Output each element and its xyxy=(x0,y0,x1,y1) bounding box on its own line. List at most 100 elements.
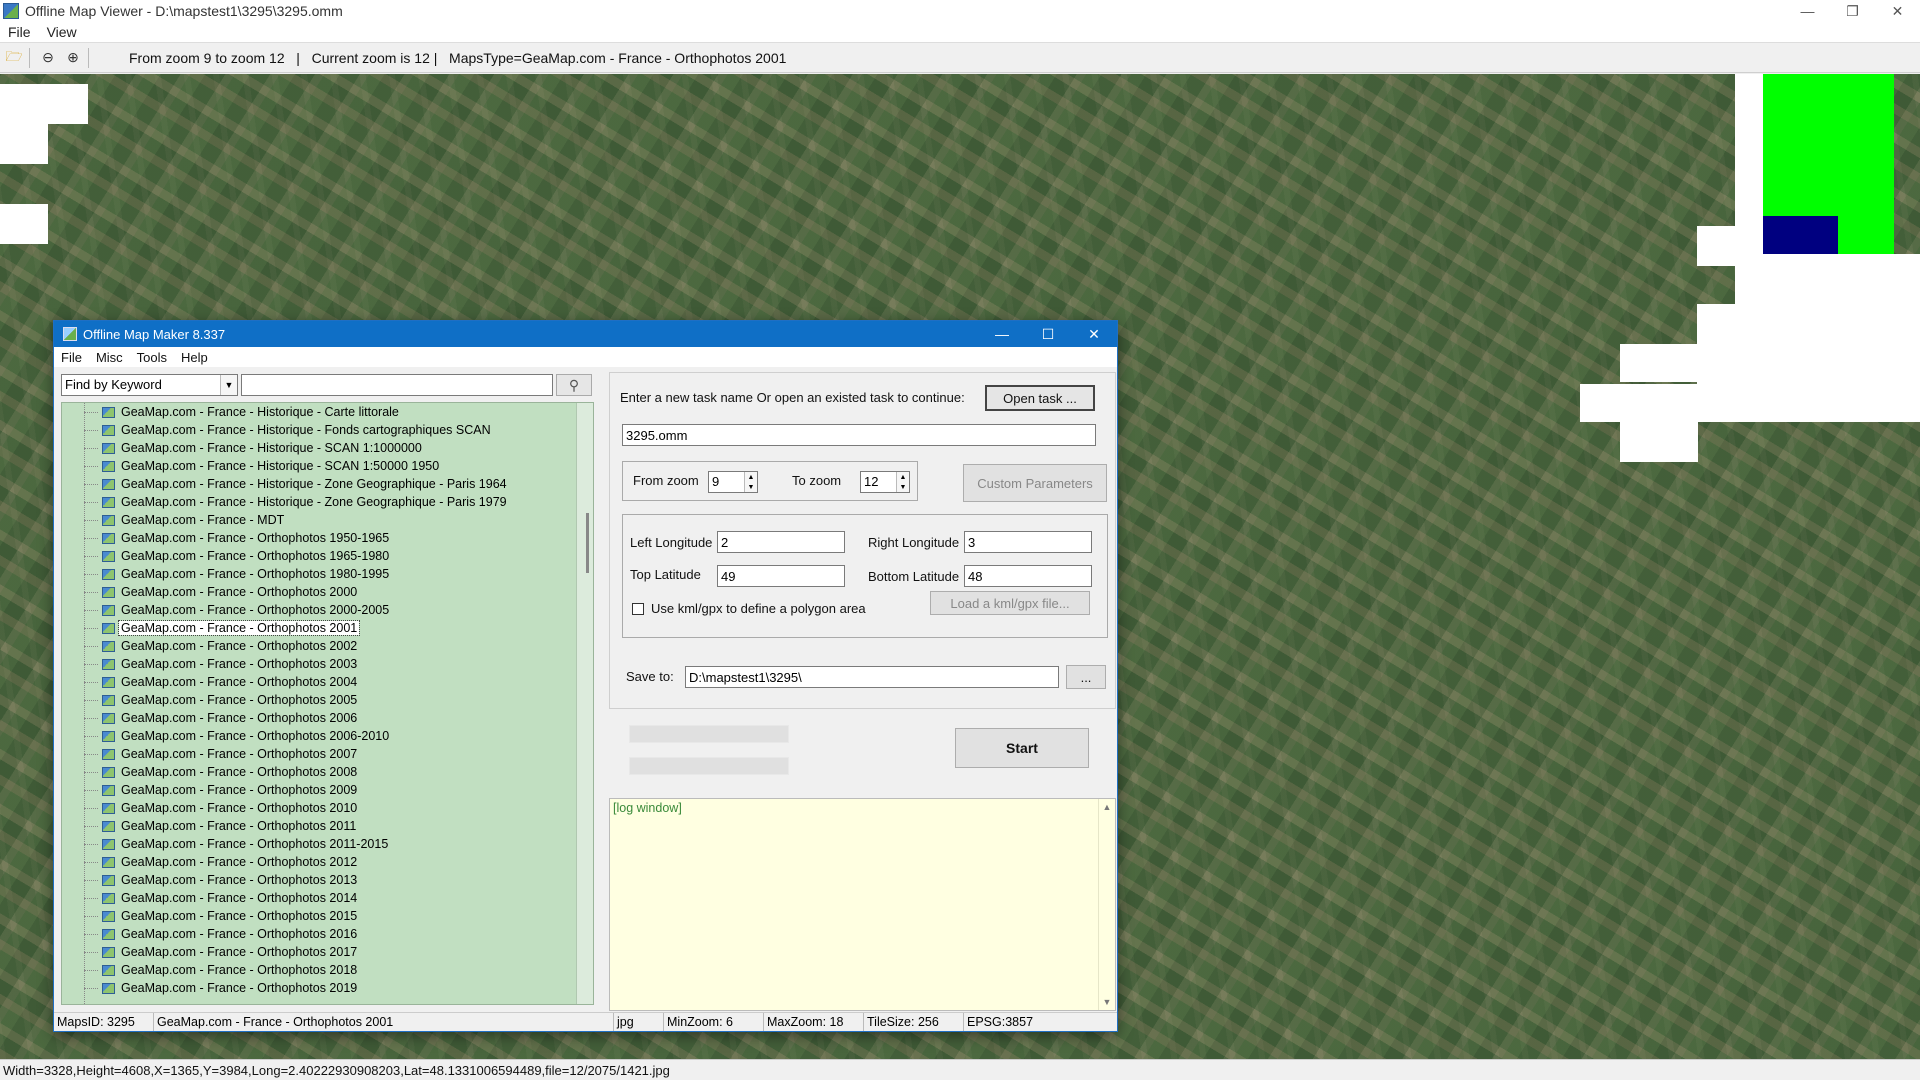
tree-item-label: GeaMap.com - France - Orthophotos 2006-2… xyxy=(121,729,390,743)
browse-button[interactable]: ... xyxy=(1066,665,1106,689)
tree-item[interactable]: GeaMap.com - France - Orthophotos 1965-1… xyxy=(62,547,593,565)
menu-file[interactable]: File xyxy=(0,24,39,40)
tree-item[interactable]: GeaMap.com - France - Orthophotos 2010 xyxy=(62,799,593,817)
log-scrollbar[interactable]: ▲ ▼ xyxy=(1098,799,1115,1010)
tree-connector xyxy=(84,934,98,935)
tree-item[interactable]: GeaMap.com - France - Orthophotos 2011 xyxy=(62,817,593,835)
tree-item[interactable]: GeaMap.com - France - Orthophotos 1950-1… xyxy=(62,529,593,547)
kml-checkbox[interactable] xyxy=(632,603,644,615)
tree-item[interactable]: GeaMap.com - France - Orthophotos 2012 xyxy=(62,853,593,871)
stepper-arrows-icon[interactable]: ▲ ▼ xyxy=(896,472,909,492)
tree-item[interactable]: GeaMap.com - France - Orthophotos 2007 xyxy=(62,745,593,763)
menu-tools[interactable]: Tools xyxy=(130,350,174,365)
tree-item[interactable]: GeaMap.com - France - Historique - SCAN … xyxy=(62,439,593,457)
tree-item[interactable]: GeaMap.com - France - Orthophotos 2006-2… xyxy=(62,727,593,745)
tree-item[interactable]: GeaMap.com - France - Orthophotos 2004 xyxy=(62,673,593,691)
dialog-titlebar[interactable]: Offline Map Maker 8.337 — ☐ ✕ xyxy=(54,321,1117,347)
tree-item[interactable]: GeaMap.com - France - Orthophotos 2011-2… xyxy=(62,835,593,853)
tree-scrollbar[interactable] xyxy=(576,403,593,1004)
to-zoom-label: To zoom xyxy=(792,473,842,488)
tree-item[interactable]: GeaMap.com - France - Orthophotos 2005 xyxy=(62,691,593,709)
chevron-down-icon[interactable]: ▼ xyxy=(220,375,237,395)
menu-file[interactable]: File xyxy=(54,350,89,365)
search-input[interactable] xyxy=(241,374,553,396)
tree-item-label: GeaMap.com - France - Orthophotos 2011 xyxy=(121,819,357,833)
tree-item-label: GeaMap.com - France - Orthophotos 2012 xyxy=(121,855,358,869)
tree-item[interactable]: GeaMap.com - France - Orthophotos 2006 xyxy=(62,709,593,727)
from-zoom-stepper[interactable]: 9 ▲ ▼ xyxy=(708,471,758,493)
custom-parameters-button[interactable]: Custom Parameters xyxy=(963,464,1107,502)
tree-item[interactable]: GeaMap.com - France - Orthophotos 2015 xyxy=(62,907,593,925)
tree-item-label: GeaMap.com - France - Orthophotos 2006 xyxy=(121,711,358,725)
tree-item[interactable]: GeaMap.com - France - Orthophotos 2008 xyxy=(62,763,593,781)
map-blank-tile xyxy=(1620,422,1698,462)
start-button[interactable]: Start xyxy=(955,728,1089,768)
tree-item[interactable]: GeaMap.com - France - Historique - Fonds… xyxy=(62,421,593,439)
minimize-icon[interactable]: — xyxy=(979,321,1025,347)
scroll-thumb[interactable] xyxy=(586,513,589,573)
restore-icon[interactable]: ❐ xyxy=(1830,0,1875,22)
tree-item[interactable]: GeaMap.com - France - Orthophotos 2001 xyxy=(62,619,593,637)
task-name-input[interactable] xyxy=(622,424,1096,446)
maximize-icon[interactable]: ☐ xyxy=(1025,321,1071,347)
tree-item[interactable]: GeaMap.com - France - Orthophotos 2018 xyxy=(62,961,593,979)
tree-item[interactable]: GeaMap.com - France - Orthophotos 2000 xyxy=(62,583,593,601)
menu-misc[interactable]: Misc xyxy=(89,350,130,365)
tree-item[interactable]: GeaMap.com - France - Orthophotos 1980-1… xyxy=(62,565,593,583)
log-window[interactable]: [log window] ▲ ▼ xyxy=(609,798,1116,1011)
tree-item[interactable]: GeaMap.com - France - Orthophotos 2009 xyxy=(62,781,593,799)
open-task-button[interactable]: Open task ... xyxy=(985,385,1095,411)
search-mode-select[interactable]: Find by Keyword ▼ xyxy=(61,374,238,396)
menu-view[interactable]: View xyxy=(39,24,85,40)
right-longitude-label: Right Longitude xyxy=(868,535,960,550)
load-kml-button[interactable]: Load a kml/gpx file... xyxy=(930,591,1090,615)
tree-item[interactable]: GeaMap.com - France - Orthophotos 2000-2… xyxy=(62,601,593,619)
save-to-label: Save to: xyxy=(626,669,674,684)
to-zoom-value: 12 xyxy=(864,474,879,489)
tree-item[interactable]: GeaMap.com - France - Orthophotos 2003 xyxy=(62,655,593,673)
zoom-in-icon[interactable]: ⊕ xyxy=(62,47,84,69)
save-to-input[interactable] xyxy=(685,666,1059,688)
from-zoom-value: 9 xyxy=(712,474,720,489)
close-icon[interactable]: ✕ xyxy=(1875,0,1920,22)
tree-item-label: GeaMap.com - France - Orthophotos 2003 xyxy=(121,657,358,671)
map-icon xyxy=(102,460,115,472)
zoom-out-icon[interactable]: ⊖ xyxy=(37,47,59,69)
scroll-down-icon[interactable]: ▼ xyxy=(1103,997,1112,1007)
tree-item[interactable]: GeaMap.com - France - Orthophotos 2013 xyxy=(62,871,593,889)
search-icon[interactable]: ⚲ xyxy=(556,374,592,396)
dialog-title: Offline Map Maker 8.337 xyxy=(83,326,226,342)
close-icon[interactable]: ✕ xyxy=(1071,321,1117,347)
map-type-tree[interactable]: GeaMap.com - France - Historique - Carte… xyxy=(61,402,594,1005)
search-row: Find by Keyword ▼ ⚲ xyxy=(61,374,592,396)
tree-item[interactable]: GeaMap.com - France - Historique - Zone … xyxy=(62,475,593,493)
tree-item[interactable]: GeaMap.com - France - Orthophotos 2014 xyxy=(62,889,593,907)
right-longitude-input[interactable] xyxy=(964,531,1092,553)
bottom-latitude-input[interactable] xyxy=(964,565,1092,587)
to-zoom-stepper[interactable]: 12 ▲ ▼ xyxy=(860,471,910,493)
tree-item[interactable]: GeaMap.com - France - Orthophotos 2017 xyxy=(62,943,593,961)
tree-connector xyxy=(84,448,98,449)
menu-help[interactable]: Help xyxy=(174,350,215,365)
map-icon xyxy=(102,550,115,562)
scroll-up-icon[interactable]: ▲ xyxy=(1103,802,1112,812)
tree-item[interactable]: GeaMap.com - France - Historique - Zone … xyxy=(62,493,593,511)
map-icon xyxy=(102,694,115,706)
map-icon xyxy=(102,820,115,832)
tree-item[interactable]: GeaMap.com - France - Orthophotos 2019 xyxy=(62,979,593,997)
tree-item[interactable]: GeaMap.com - France - Historique - Carte… xyxy=(62,403,593,421)
left-longitude-input[interactable] xyxy=(717,531,845,553)
tree-item[interactable]: GeaMap.com - France - MDT xyxy=(62,511,593,529)
stepper-arrows-icon[interactable]: ▲ ▼ xyxy=(744,472,757,492)
tree-item[interactable]: GeaMap.com - France - Orthophotos 2002 xyxy=(62,637,593,655)
top-latitude-input[interactable] xyxy=(717,565,845,587)
tree-item[interactable]: GeaMap.com - France - Historique - SCAN … xyxy=(62,457,593,475)
tree-connector xyxy=(84,412,98,413)
open-folder-icon[interactable]: 🗁 xyxy=(3,47,25,69)
map-icon xyxy=(102,946,115,958)
dialog-window-controls: — ☐ ✕ xyxy=(979,321,1117,347)
tree-item[interactable]: GeaMap.com - France - Orthophotos 2016 xyxy=(62,925,593,943)
map-icon xyxy=(102,586,115,598)
map-icon xyxy=(102,640,115,652)
minimize-icon[interactable]: — xyxy=(1785,0,1830,22)
